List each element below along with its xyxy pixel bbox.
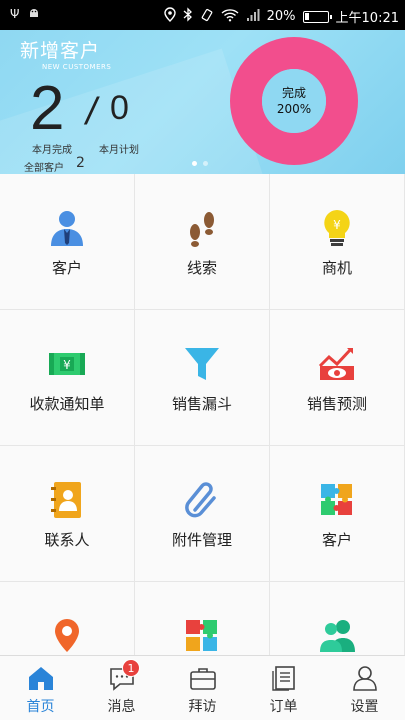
completed-label: 本月完成 — [32, 145, 72, 156]
lightbulb-yen-icon: ¥ — [324, 210, 350, 246]
usb-icon: Ψ — [10, 7, 20, 21]
grid-item-label: 销售漏斗 — [171, 395, 232, 413]
bluetooth-icon — [183, 7, 193, 26]
all-customers-label: 全部客户 — [24, 163, 64, 174]
donut-label: 完成 — [281, 86, 306, 100]
plan-label: 本月计划 — [99, 145, 139, 156]
page-dot-1[interactable] — [192, 161, 197, 166]
person-icon — [51, 211, 83, 246]
user-settings-icon — [352, 666, 377, 691]
message-badge: 1 — [122, 659, 140, 677]
grid-item-users[interactable] — [270, 582, 405, 655]
banner-title: 新增客户 — [20, 40, 101, 62]
footprints-icon — [190, 212, 214, 247]
completed-count: 2 — [30, 74, 65, 143]
grid-item-attachments[interactable]: 附件管理 — [135, 446, 270, 582]
donut-percent: 200% — [276, 102, 312, 116]
signal-icon — [246, 8, 260, 26]
grid-item-label: 联系人 — [44, 531, 90, 549]
grid-item-contacts[interactable]: 联系人 — [0, 446, 135, 582]
page-indicator — [192, 161, 208, 166]
home-icon — [28, 667, 53, 690]
grid-item-label: 客户 — [51, 259, 82, 277]
donut-center: 完成 200% — [229, 36, 359, 166]
battery-percent: 20% — [266, 9, 296, 24]
tab-visits[interactable]: 拜访 — [162, 656, 243, 720]
chart-eye-icon — [318, 347, 354, 380]
grid-item-label: 销售预测 — [306, 395, 367, 413]
status-bar: Ψ 20% 上午10:21 — [0, 0, 405, 30]
paperclip-icon — [185, 482, 216, 518]
tab-label: 拜访 — [188, 699, 217, 715]
android-icon — [27, 6, 41, 24]
vibrate-icon — [200, 8, 214, 26]
grid-item-customer[interactable]: 客户 — [0, 174, 135, 310]
grid-item-label: 商机 — [321, 259, 352, 277]
grid-item-label: 线索 — [186, 259, 217, 277]
page-dot-2[interactable] — [203, 161, 208, 166]
tab-settings[interactable]: 设置 — [324, 656, 405, 720]
tab-label: 设置 — [350, 699, 379, 715]
banknote-icon: ¥ — [49, 353, 85, 375]
stats-banner[interactable]: 新增客户 NEW CUSTOMERS 2 / 0 本月完成 本月计划 全部客户 … — [0, 30, 405, 174]
tab-home[interactable]: 首页 — [0, 656, 81, 720]
tab-label: 首页 — [26, 699, 55, 715]
module-grid: 客户 线索 ¥ 商机 ¥ 收款通知单 销售漏斗 销售预测 联系人 附件管理 客户 — [0, 174, 405, 655]
puzzle-icon — [321, 484, 352, 515]
all-customers-count: 2 — [76, 155, 85, 171]
bottom-tab-bar: 首页 消息 拜访 订单 设置 1 — [0, 655, 405, 720]
grid-item-puzzle[interactable] — [135, 582, 270, 655]
svg-text:¥: ¥ — [63, 358, 71, 372]
tab-label: 订单 — [269, 699, 298, 715]
grid-item-sales-funnel[interactable]: 销售漏斗 — [135, 310, 270, 446]
plan-count: 0 — [110, 89, 129, 127]
briefcase-icon — [189, 668, 216, 690]
contact-book-icon — [51, 482, 81, 518]
grid-item-payment-notice[interactable]: ¥ 收款通知单 — [0, 310, 135, 446]
puzzle-icon — [186, 620, 217, 651]
location-icon — [163, 7, 176, 26]
document-icon — [271, 666, 295, 691]
svg-text:¥: ¥ — [333, 218, 341, 232]
wifi-icon — [221, 8, 239, 26]
grid-item-opportunity[interactable]: ¥ 商机 — [270, 174, 405, 310]
grid-item-label: 客户 — [321, 531, 352, 549]
tab-label: 消息 — [107, 699, 136, 715]
grid-item-label: 收款通知单 — [29, 395, 105, 413]
status-time: 上午10:21 — [335, 11, 399, 26]
users-icon — [320, 620, 355, 652]
grid-item-label: 附件管理 — [171, 531, 232, 549]
battery-icon — [302, 10, 332, 23]
map-pin-icon — [55, 619, 79, 652]
grid-item-customer-puzzle[interactable]: 客户 — [270, 446, 405, 582]
grid-item-sales-forecast[interactable]: 销售预测 — [270, 310, 405, 446]
grid-item-location[interactable] — [0, 582, 135, 655]
count-separator: / — [86, 91, 97, 133]
banner-subtitle: NEW CUSTOMERS — [42, 63, 112, 71]
grid-item-leads[interactable]: 线索 — [135, 174, 270, 310]
tab-orders[interactable]: 订单 — [243, 656, 324, 720]
funnel-icon — [185, 348, 219, 380]
